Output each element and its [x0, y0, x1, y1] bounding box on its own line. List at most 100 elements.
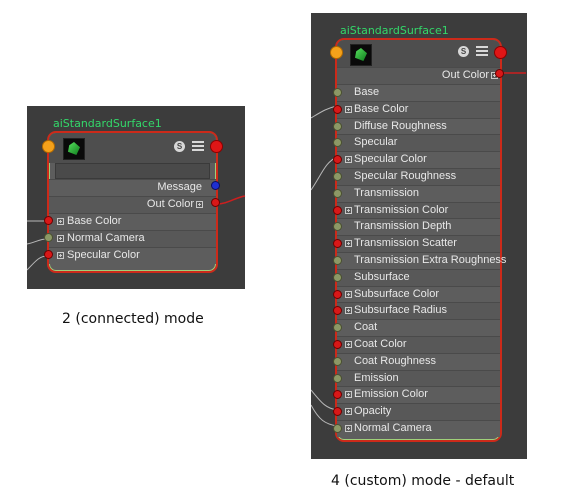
right-node[interactable]: S Out Color Base Base Color Diffuse Roughn… — [335, 38, 506, 442]
expand-icon[interactable] — [345, 240, 352, 248]
input-port-icon[interactable] — [330, 46, 343, 59]
attribute-plug-icon[interactable] — [333, 121, 342, 131]
attribute-label: Normal Camera — [354, 422, 432, 434]
attribute-row[interactable]: Specular Roughness — [337, 168, 500, 185]
attribute-plug-icon[interactable] — [333, 88, 342, 97]
attribute-plug-icon[interactable] — [333, 256, 342, 265]
attribute-row[interactable]: Specular — [337, 134, 500, 152]
shader-swatch-thumbnail — [63, 138, 85, 160]
attribute-plug-icon[interactable] — [333, 373, 342, 383]
attribute-plug-icon[interactable] — [333, 188, 342, 198]
right-node-title: aiStandardSurface1 — [340, 24, 449, 37]
attribute-plug-icon[interactable] — [333, 424, 342, 433]
left-caption: 2 (connected) mode — [62, 311, 204, 327]
attribute-plug-icon[interactable] — [333, 272, 342, 282]
left-node-title: aiStandardSurface1 — [53, 117, 162, 130]
expand-icon[interactable] — [345, 105, 352, 113]
attribute-row[interactable]: Base — [337, 84, 500, 101]
specular-color-plug-icon[interactable] — [44, 250, 53, 259]
attribute-row[interactable]: Specular Color — [337, 151, 500, 169]
attribute-label: Coat Roughness — [354, 354, 436, 367]
expand-icon[interactable] — [345, 206, 352, 214]
attribute-label: Transmission Extra Roughness — [354, 254, 507, 266]
expand-icon[interactable] — [345, 341, 352, 348]
attribute-row[interactable]: Subsurface Radius — [337, 302, 500, 320]
attribute-row[interactable]: Subsurface Color — [337, 285, 500, 303]
right-caption: 4 (custom) mode - default — [331, 473, 515, 489]
attribute-label: Emission — [354, 371, 399, 384]
attribute-row[interactable]: Coat — [337, 319, 500, 337]
attribute-row[interactable]: Subsurface — [337, 268, 500, 286]
attribute-label: Subsurface — [354, 270, 410, 283]
expand-icon[interactable] — [345, 307, 352, 315]
shader-badge-icon[interactable]: S — [174, 141, 185, 152]
expand-icon[interactable] — [196, 201, 203, 208]
attribute-plug-icon[interactable] — [333, 104, 342, 114]
attribute-label: Coat Color — [354, 338, 407, 350]
attribute-label: Transmission Scatter — [354, 237, 457, 250]
attribute-row[interactable]: Coat Color — [337, 336, 500, 353]
attribute-row[interactable]: Base Color — [49, 213, 216, 230]
out-color-plug-icon[interactable] — [495, 69, 504, 78]
expand-icon[interactable] — [57, 235, 64, 242]
attribute-row[interactable]: Transmission Extra Roughness — [337, 252, 506, 269]
attribute-label: Specular Color — [67, 249, 140, 261]
left-node[interactable]: S Message Out Color Base Color Normal Ca… — [47, 131, 218, 273]
attribute-row[interactable]: Opacity — [337, 403, 500, 421]
input-port-icon[interactable] — [42, 140, 55, 153]
attribute-row[interactable]: Emission Color — [337, 386, 500, 404]
attribute-row[interactable]: Normal Camera — [337, 420, 500, 437]
output-port-icon[interactable] — [210, 140, 223, 153]
shader-badge-icon[interactable]: S — [458, 46, 469, 57]
attribute-label: Specular Color — [354, 153, 427, 166]
attribute-plug-icon[interactable] — [333, 172, 342, 181]
message-row[interactable]: Message — [49, 179, 216, 196]
base-color-plug-icon[interactable] — [44, 216, 53, 225]
attribute-label: Transmission Color — [354, 203, 449, 216]
attribute-label: Subsurface Color — [354, 287, 439, 300]
attribute-row[interactable]: Transmission Depth — [337, 218, 500, 236]
expand-icon[interactable] — [345, 408, 352, 416]
attribute-label: Base Color — [67, 215, 122, 227]
attribute-label: Coat — [354, 321, 378, 334]
attribute-row[interactable]: Transmission Color — [337, 201, 500, 219]
attribute-label: Normal Camera — [67, 232, 145, 244]
list-menu-icon[interactable] — [192, 141, 204, 152]
attribute-plug-icon[interactable] — [333, 289, 342, 299]
expand-icon[interactable] — [345, 290, 352, 298]
shader-swatch-thumbnail — [350, 44, 372, 66]
expand-icon[interactable] — [345, 425, 352, 432]
attribute-label: Transmission — [354, 186, 419, 199]
attribute-label: Opacity — [354, 405, 392, 418]
list-menu-icon[interactable] — [476, 46, 488, 57]
message-plug-icon[interactable] — [211, 181, 220, 190]
attribute-label: Transmission Depth — [354, 220, 452, 233]
normal-camera-plug-icon[interactable] — [44, 233, 53, 242]
attribute-row[interactable]: Transmission Scatter — [337, 235, 500, 253]
attribute-plug-icon[interactable] — [333, 356, 342, 366]
attribute-label: Base Color — [354, 102, 409, 115]
out-color-label: Out Color — [146, 198, 194, 210]
attribute-plug-icon[interactable] — [333, 205, 342, 215]
attribute-row[interactable]: Diffuse Roughness — [337, 117, 500, 135]
out-color-row[interactable]: Out Color — [337, 67, 500, 84]
attribute-row[interactable]: Base Color — [337, 100, 500, 118]
attribute-label: Base — [354, 86, 380, 98]
expand-icon[interactable] — [345, 391, 352, 399]
attribute-label: Specular — [354, 136, 398, 149]
attribute-row[interactable]: Normal Camera — [49, 230, 216, 247]
expand-icon[interactable] — [345, 156, 352, 164]
out-color-row[interactable]: Out Color — [49, 196, 216, 213]
attribute-row[interactable]: Specular Color — [49, 247, 216, 264]
out-color-plug-icon[interactable] — [211, 198, 220, 207]
expand-icon[interactable] — [57, 218, 64, 225]
attribute-row[interactable]: Emission — [337, 369, 500, 387]
message-field — [55, 163, 210, 179]
expand-icon[interactable] — [57, 252, 64, 259]
attribute-row[interactable]: Transmission — [337, 184, 500, 202]
message-label: Message — [157, 181, 202, 193]
attribute-plug-icon[interactable] — [333, 340, 342, 349]
attribute-row[interactable]: Coat Roughness — [337, 352, 500, 370]
output-port-icon[interactable] — [494, 46, 507, 59]
attribute-label: Diffuse Roughness — [354, 119, 447, 132]
